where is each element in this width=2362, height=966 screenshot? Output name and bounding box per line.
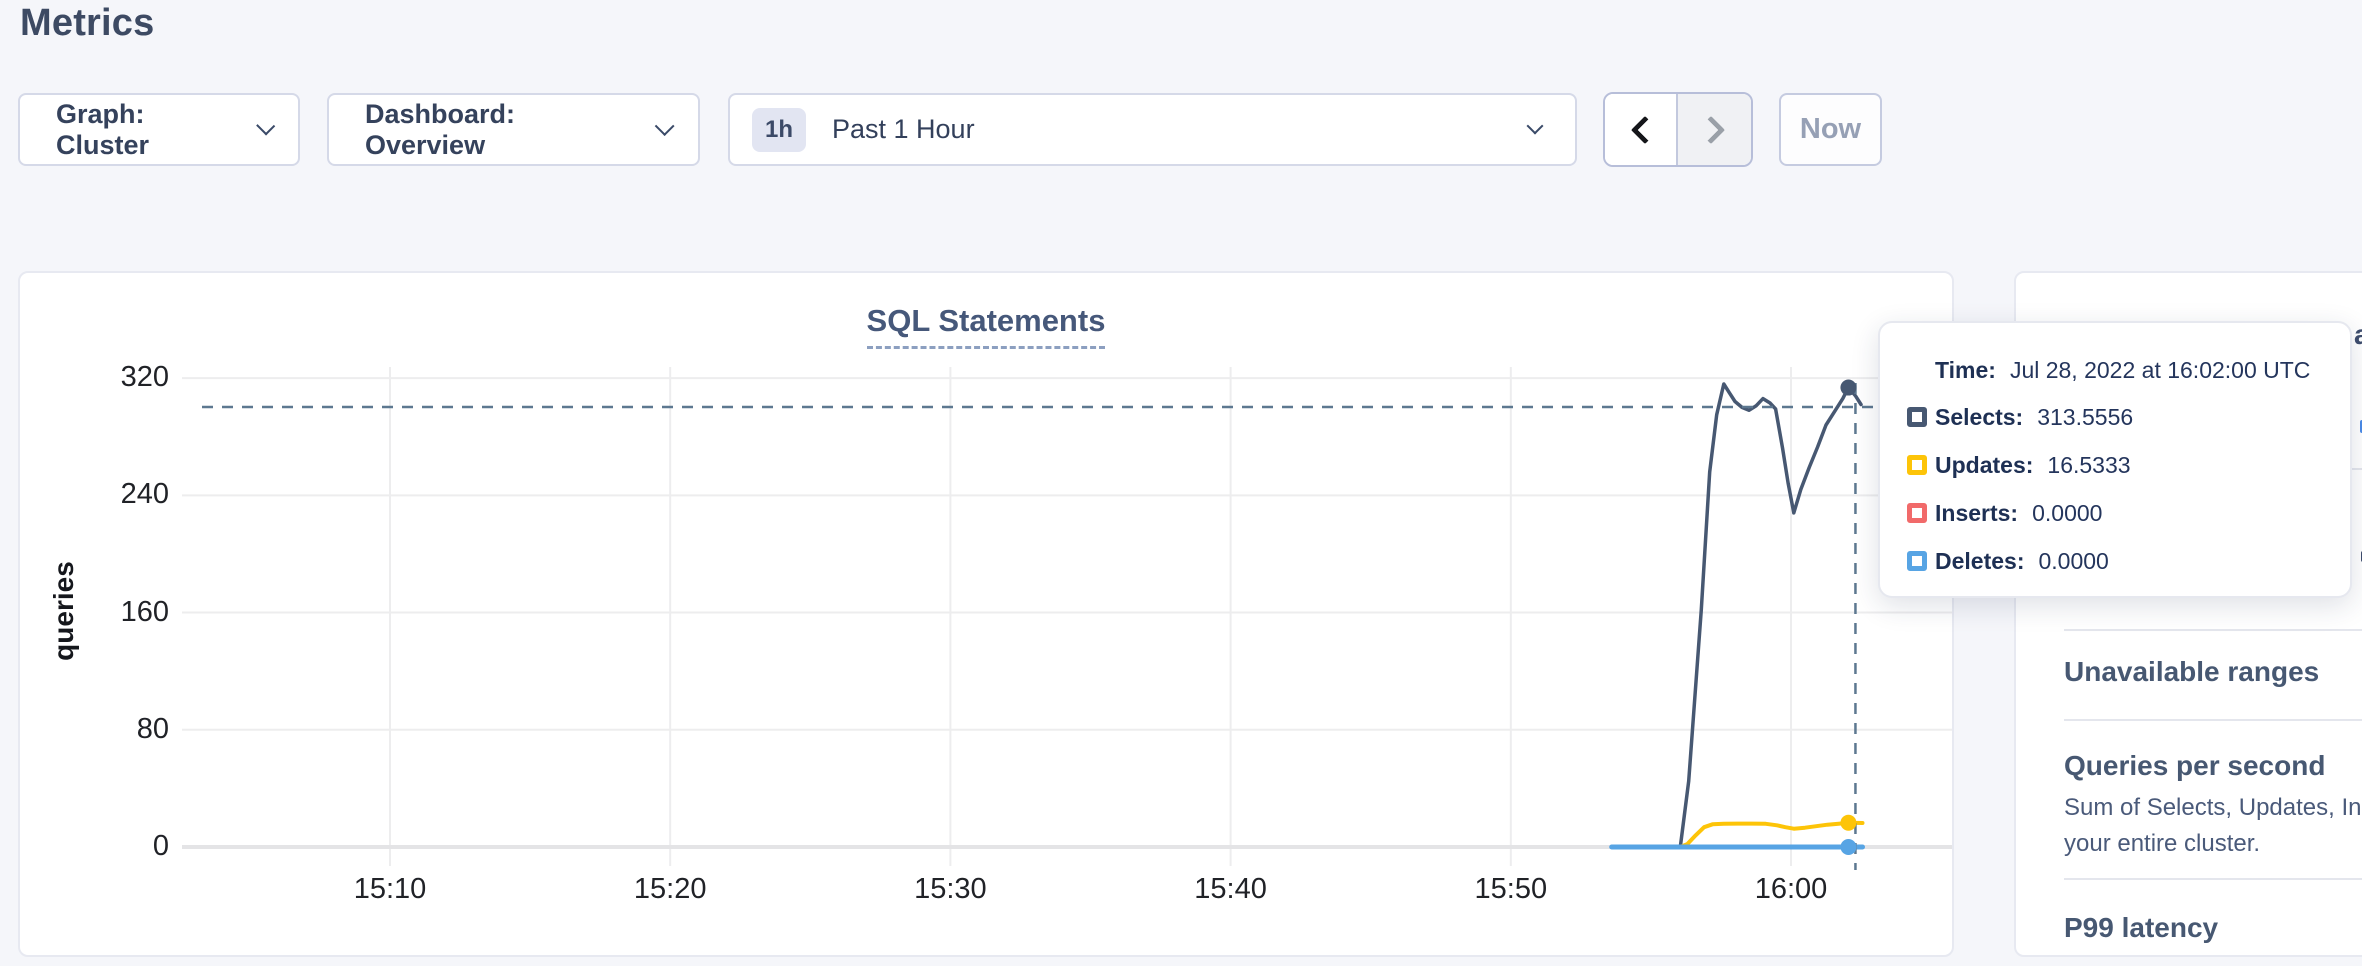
chevron-down-icon: [256, 116, 275, 135]
y-axis-tick-label: 320: [20, 361, 169, 394]
time-step-button-group: [1603, 92, 1753, 167]
sidebar-heading-queries-per-second: Queries per second: [2064, 750, 2325, 782]
tooltip-time-row: Time: Jul 28, 2022 at 16:02:00 UTC: [1880, 347, 2350, 393]
tooltip-series-value: 0.0000: [2032, 500, 2102, 527]
sql-statements-chart-card: SQL Statements queries 08016024032015:10…: [18, 271, 1954, 957]
y-axis-tick-label: 240: [20, 478, 169, 511]
chevron-down-icon: [655, 116, 674, 135]
x-axis-tick-label: 15:10: [330, 873, 450, 906]
graph-scope-dropdown-label: Graph: Cluster: [56, 99, 233, 161]
tooltip-series-value: 16.5333: [2047, 452, 2130, 479]
tooltip-time-value: Jul 28, 2022 at 16:02:00 UTC: [2010, 357, 2310, 384]
tooltip-series-value: 0.0000: [2038, 548, 2108, 575]
divider: [2064, 629, 2362, 631]
x-axis-tick-label: 15:40: [1171, 873, 1291, 906]
x-axis-tick-label: 15:50: [1451, 873, 1571, 906]
y-axis-tick-label: 0: [20, 830, 169, 863]
tooltip-time-label: Time:: [1935, 357, 1996, 384]
tooltip-series-value: 313.5556: [2037, 404, 2133, 431]
chevron-right-icon: [1696, 115, 1724, 143]
dashboard-dropdown[interactable]: Dashboard: Overview: [327, 93, 700, 166]
obscured-heading-fragment: a: [2354, 319, 2362, 351]
dashboard-dropdown-label: Dashboard: Overview: [365, 99, 632, 161]
chart-plot-area[interactable]: [20, 273, 1956, 959]
tooltip-series-row: Deletes: 0.0000: [1880, 537, 2350, 585]
now-button[interactable]: Now: [1779, 93, 1882, 166]
deletes-swatch-icon: [1907, 551, 1927, 571]
time-next-button[interactable]: [1678, 94, 1751, 165]
x-axis-tick-label: 15:30: [890, 873, 1010, 906]
hover-dot-deletes: [1840, 839, 1856, 855]
tooltip-series-label: Deletes:: [1935, 548, 2024, 575]
sidebar-heading-p99-latency: P99 latency: [2064, 912, 2218, 944]
divider: [2064, 719, 2362, 721]
tooltip-series-label: Updates:: [1935, 452, 2033, 479]
tooltip-series-label: Inserts:: [1935, 500, 2018, 527]
time-range-selector[interactable]: 1h Past 1 Hour: [728, 93, 1577, 166]
sidebar-description-line: your entire cluster.: [2064, 830, 2260, 858]
x-axis-tick-label: 16:00: [1731, 873, 1851, 906]
tooltip-series-row: Inserts: 0.0000: [1880, 489, 2350, 537]
graph-scope-dropdown[interactable]: Graph: Cluster: [18, 93, 300, 166]
hover-dot-updates: [1840, 815, 1856, 831]
time-range-label: Past 1 Hour: [832, 114, 1529, 145]
time-range-badge: 1h: [752, 108, 806, 152]
x-axis-tick-label: 15:20: [610, 873, 730, 906]
page-title: Metrics: [20, 2, 154, 45]
chart-tooltip: Time: Jul 28, 2022 at 16:02:00 UTC Selec…: [1878, 321, 2352, 598]
time-prev-button[interactable]: [1605, 94, 1678, 165]
updates-swatch-icon: [1907, 455, 1927, 475]
sidebar-heading-unavailable-ranges: Unavailable ranges: [2064, 656, 2319, 688]
selects-swatch-icon: [1907, 407, 1927, 427]
inserts-swatch-icon: [1907, 503, 1927, 523]
series-line-selects: [1612, 384, 1861, 847]
hover-dot-selects: [1840, 380, 1856, 396]
tooltip-series-row: Selects: 313.5556: [1880, 393, 2350, 441]
chevron-left-icon: [1630, 115, 1658, 143]
chevron-down-icon: [1527, 117, 1544, 134]
y-axis-tick-label: 160: [20, 596, 169, 629]
y-axis-tick-label: 80: [20, 713, 169, 746]
tooltip-series-label: Selects:: [1935, 404, 2023, 431]
sidebar-description-line: Sum of Selects, Updates, Inser: [2064, 794, 2362, 822]
divider: [2064, 878, 2362, 880]
series-line-updates: [1612, 823, 1863, 847]
tooltip-series-row: Updates: 16.5333: [1880, 441, 2350, 489]
